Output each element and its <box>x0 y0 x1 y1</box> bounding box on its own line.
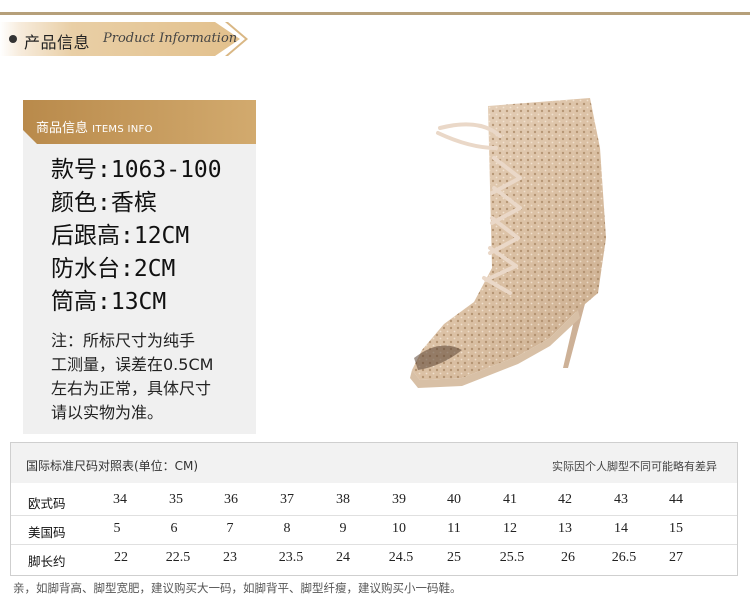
items-info-title-cn: 商品信息 <box>36 121 89 136</box>
size-chart-tip: 实际因个人脚型不同可能略有差异 <box>552 460 717 473</box>
spec-list: 款号:1063-100 颜色:香槟 后跟高:12CM 防水台:2CM 筒高:13… <box>51 154 222 319</box>
section-title: 产品信息 <box>24 33 91 52</box>
fit-advice-note: 亲，如脚背高、脚型宽肥，建议购买大一码，如脚背平、脚型纤瘦，建议购买小一码鞋。 <box>13 581 462 595</box>
size-cell: 13 <box>558 521 572 536</box>
size-chart-header: 国际标准尺码对照表(单位：CM) 实际因个人脚型不同可能略有差异 <box>11 443 737 483</box>
size-cell: 26.5 <box>611 550 637 565</box>
size-cell: 36 <box>224 492 238 507</box>
spec-color: 颜色:香槟 <box>51 190 157 216</box>
size-cell: 27 <box>669 550 683 565</box>
spec-style-number: 款号:1063-100 <box>51 157 222 183</box>
size-cell: 34 <box>113 492 127 507</box>
size-cell: 42 <box>558 492 572 507</box>
row-label: 欧式码 <box>28 496 66 511</box>
size-cell: 6 <box>170 521 178 536</box>
size-cell: 8 <box>283 521 291 536</box>
size-cell: 25 <box>447 550 461 565</box>
size-cell: 24.5 <box>388 550 414 565</box>
size-row-foot-length: 脚长约 22 22.5 23 23.5 24 24.5 25 25.5 26 2… <box>11 544 737 573</box>
size-cell: 22 <box>114 550 128 565</box>
size-cell: 12 <box>503 521 517 536</box>
size-cell: 23 <box>223 550 237 565</box>
size-cell: 40 <box>447 492 461 507</box>
header-top-rule <box>0 12 750 15</box>
size-chart-title: 国际标准尺码对照表(单位：CM) <box>26 459 199 473</box>
size-cell: 44 <box>669 492 683 507</box>
size-chart: 国际标准尺码对照表(单位：CM) 实际因个人脚型不同可能略有差异 欧式码 34 … <box>10 442 738 576</box>
size-row-eu: 欧式码 34 35 36 37 38 39 40 41 42 43 44 <box>11 486 737 515</box>
items-info-panel: 商品信息 ITEMS INFO 款号:1063-100 颜色:香槟 后跟高:12… <box>23 100 256 434</box>
items-info-title-en: ITEMS INFO <box>92 124 153 135</box>
items-info-header: 商品信息 ITEMS INFO <box>23 100 256 144</box>
size-row-us: 美国码 5 6 7 8 9 10 11 12 13 14 15 <box>11 515 737 544</box>
size-cell: 5 <box>113 521 121 536</box>
size-cell: 39 <box>392 492 406 507</box>
row-label: 美国码 <box>28 525 66 540</box>
size-cell: 22.5 <box>165 550 191 565</box>
size-cell: 25.5 <box>499 550 525 565</box>
spec-heel-height: 后跟高:12CM <box>51 223 190 249</box>
dot-icon <box>9 35 17 43</box>
size-cell: 10 <box>392 521 406 536</box>
size-cell: 15 <box>669 521 683 536</box>
note-line: 工测量，误差在0.5CM <box>51 355 214 374</box>
size-cell: 24 <box>336 550 350 565</box>
size-cell: 35 <box>169 492 183 507</box>
size-cell: 14 <box>614 521 628 536</box>
size-cell: 43 <box>614 492 628 507</box>
note-line: 请以实物为准。 <box>51 403 164 422</box>
measurement-note: 注：所标尺寸为纯手 工测量，误差在0.5CM 左右为正常，具体尺寸 请以实物为准… <box>51 329 251 425</box>
section-subtitle: Product Information <box>103 31 238 46</box>
size-cell: 41 <box>503 492 517 507</box>
size-cell: 7 <box>226 521 234 536</box>
size-cell: 23.5 <box>278 550 304 565</box>
size-cell: 37 <box>280 492 294 507</box>
size-cell: 9 <box>339 521 347 536</box>
size-cell: 26 <box>561 550 575 565</box>
note-line: 左右为正常，具体尺寸 <box>51 379 212 398</box>
size-cell: 11 <box>447 521 461 536</box>
items-info-title: 商品信息 ITEMS INFO <box>36 117 153 136</box>
size-cell: 38 <box>336 492 350 507</box>
row-label: 脚长约 <box>28 554 66 569</box>
note-line: 注：所标尺寸为纯手 <box>51 331 196 350</box>
spec-shaft-height: 筒高:13CM <box>51 289 167 315</box>
product-image <box>400 88 630 388</box>
spec-platform-height: 防水台:2CM <box>51 256 176 282</box>
